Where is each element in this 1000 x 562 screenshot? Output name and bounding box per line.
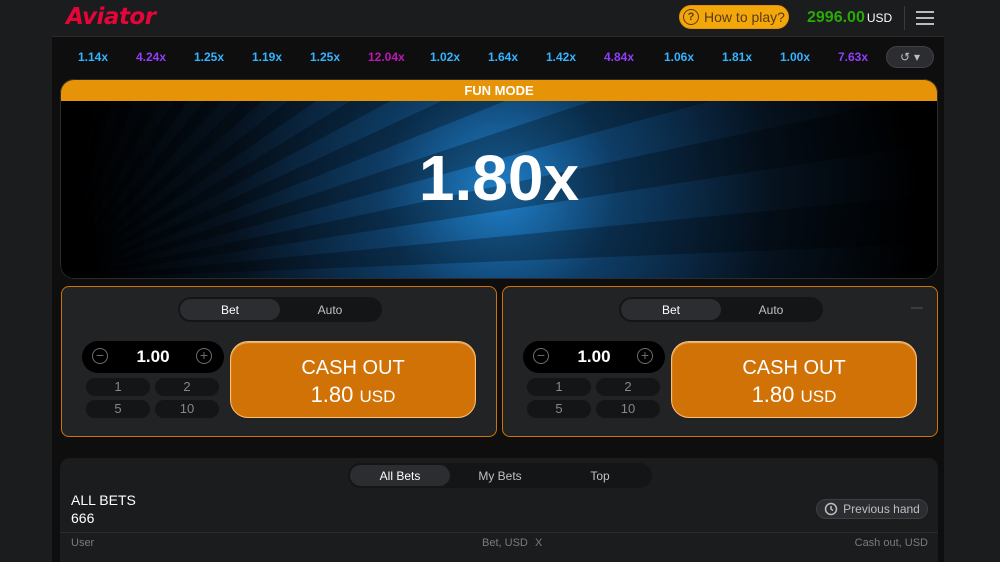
- bet-amount-stepper: − 1.00 +: [82, 341, 224, 373]
- bet-mode-tabs: Bet Auto: [178, 297, 382, 322]
- tab-top[interactable]: Top: [550, 465, 650, 486]
- column-bet: Bet, USD: [482, 537, 528, 549]
- quick-bet-5[interactable]: 5: [527, 400, 591, 418]
- bet-amount[interactable]: 1.00: [553, 347, 635, 367]
- history-icon: ↺: [899, 50, 911, 64]
- aviator-app: Aviator ? How to play? 2996.00 USD 1.14x 4…: [52, 0, 944, 562]
- bet-panel-2: Bet Auto − 1.00 + 1 2 5 10 CASH OUT 1.80…: [502, 286, 938, 437]
- bets-divider: [60, 532, 938, 533]
- quick-bet-10[interactable]: 10: [596, 400, 660, 418]
- top-bar: Aviator ? How to play? 2996.00 USD: [52, 0, 944, 37]
- tab-my-bets[interactable]: My Bets: [450, 465, 550, 486]
- tab-bet[interactable]: Bet: [180, 299, 280, 320]
- quick-bet-1[interactable]: 1: [527, 378, 591, 396]
- quick-bet-2[interactable]: 2: [155, 378, 219, 396]
- column-x: X: [535, 537, 543, 549]
- header-divider: [904, 6, 905, 30]
- balance-currency: USD: [866, 11, 893, 25]
- all-bets-title: ALL BETS: [71, 492, 136, 508]
- bet-amount[interactable]: 1.00: [112, 347, 194, 367]
- quick-bet-10[interactable]: 10: [155, 400, 219, 418]
- history-multiplier[interactable]: 1.64x: [488, 50, 518, 64]
- history-multiplier[interactable]: 1.19x: [252, 50, 282, 64]
- balance-amount: 2996.00: [807, 9, 865, 26]
- tab-all-bets[interactable]: All Bets: [350, 465, 450, 486]
- history-multiplier[interactable]: 1.25x: [194, 50, 224, 64]
- column-cash-out: Cash out, USD: [854, 537, 928, 549]
- history-multiplier[interactable]: 1.81x: [722, 50, 752, 64]
- cash-out-amount: 1.80 USD: [751, 382, 837, 407]
- how-to-play-label: How to play?: [704, 9, 785, 25]
- quick-bet-5[interactable]: 5: [86, 400, 150, 418]
- previous-hand-label: Previous hand: [843, 502, 920, 516]
- question-icon: ?: [683, 9, 700, 25]
- game-area: FUN MODE 1.80x: [60, 79, 938, 279]
- bets-section: All Bets My Bets Top ALL BETS 666 Previo…: [60, 458, 938, 562]
- minus-icon[interactable]: −: [92, 348, 108, 364]
- history-multiplier[interactable]: 4.84x: [604, 50, 634, 64]
- cash-out-label: CASH OUT: [301, 357, 405, 379]
- plus-icon[interactable]: +: [196, 348, 212, 364]
- history-multiplier[interactable]: 1.06x: [664, 50, 694, 64]
- chevron-down-icon: ▾: [914, 50, 921, 64]
- balance: 2996.00 USD: [807, 9, 892, 27]
- multiplier-history: 1.14x 4.24x 1.25x 1.19x 1.25x 12.04x 1.02x 1.64…: [52, 38, 944, 76]
- history-icon: [824, 502, 838, 516]
- tab-auto[interactable]: Auto: [280, 299, 380, 320]
- aviator-logo: Aviator: [66, 4, 156, 30]
- minus-icon[interactable]: −: [533, 348, 549, 364]
- tab-bet[interactable]: Bet: [621, 299, 721, 320]
- cash-out-button[interactable]: CASH OUT 1.80 USD: [230, 341, 476, 418]
- round-history-button[interactable]: ↺ ▾: [886, 46, 934, 68]
- history-multiplier[interactable]: 1.02x: [430, 50, 460, 64]
- bet-mode-tabs: Bet Auto: [619, 297, 823, 322]
- previous-hand-button[interactable]: Previous hand: [816, 499, 928, 519]
- history-multiplier[interactable]: 4.24x: [136, 50, 166, 64]
- all-bets-count: 666: [71, 510, 95, 526]
- tab-auto[interactable]: Auto: [721, 299, 821, 320]
- history-multiplier[interactable]: 7.63x: [838, 50, 868, 64]
- cash-out-amount: 1.80 USD: [310, 382, 396, 407]
- fun-mode-banner: FUN MODE: [60, 79, 938, 101]
- bets-tabs: All Bets My Bets Top: [348, 463, 652, 488]
- history-multiplier[interactable]: 1.25x: [310, 50, 340, 64]
- current-multiplier: 1.80x: [418, 142, 580, 214]
- plus-icon[interactable]: +: [637, 348, 653, 364]
- quick-bet-1[interactable]: 1: [86, 378, 150, 396]
- history-multiplier[interactable]: 1.00x: [780, 50, 810, 64]
- history-multiplier[interactable]: 1.14x: [78, 50, 108, 64]
- bet-panel-1: Bet Auto − 1.00 + 1 2 5 10 CASH OUT 1.80…: [61, 286, 497, 437]
- bet-amount-stepper: − 1.00 +: [523, 341, 665, 373]
- column-user: User: [71, 537, 95, 549]
- cash-out-label: CASH OUT: [742, 357, 846, 379]
- cash-out-button[interactable]: CASH OUT 1.80 USD: [671, 341, 917, 418]
- menu-icon[interactable]: [916, 11, 934, 25]
- history-multiplier[interactable]: 1.42x: [546, 50, 576, 64]
- remove-panel-icon[interactable]: [911, 307, 923, 309]
- quick-bet-2[interactable]: 2: [596, 378, 660, 396]
- history-multiplier[interactable]: 12.04x: [368, 50, 405, 64]
- how-to-play-button[interactable]: ? How to play?: [679, 5, 789, 29]
